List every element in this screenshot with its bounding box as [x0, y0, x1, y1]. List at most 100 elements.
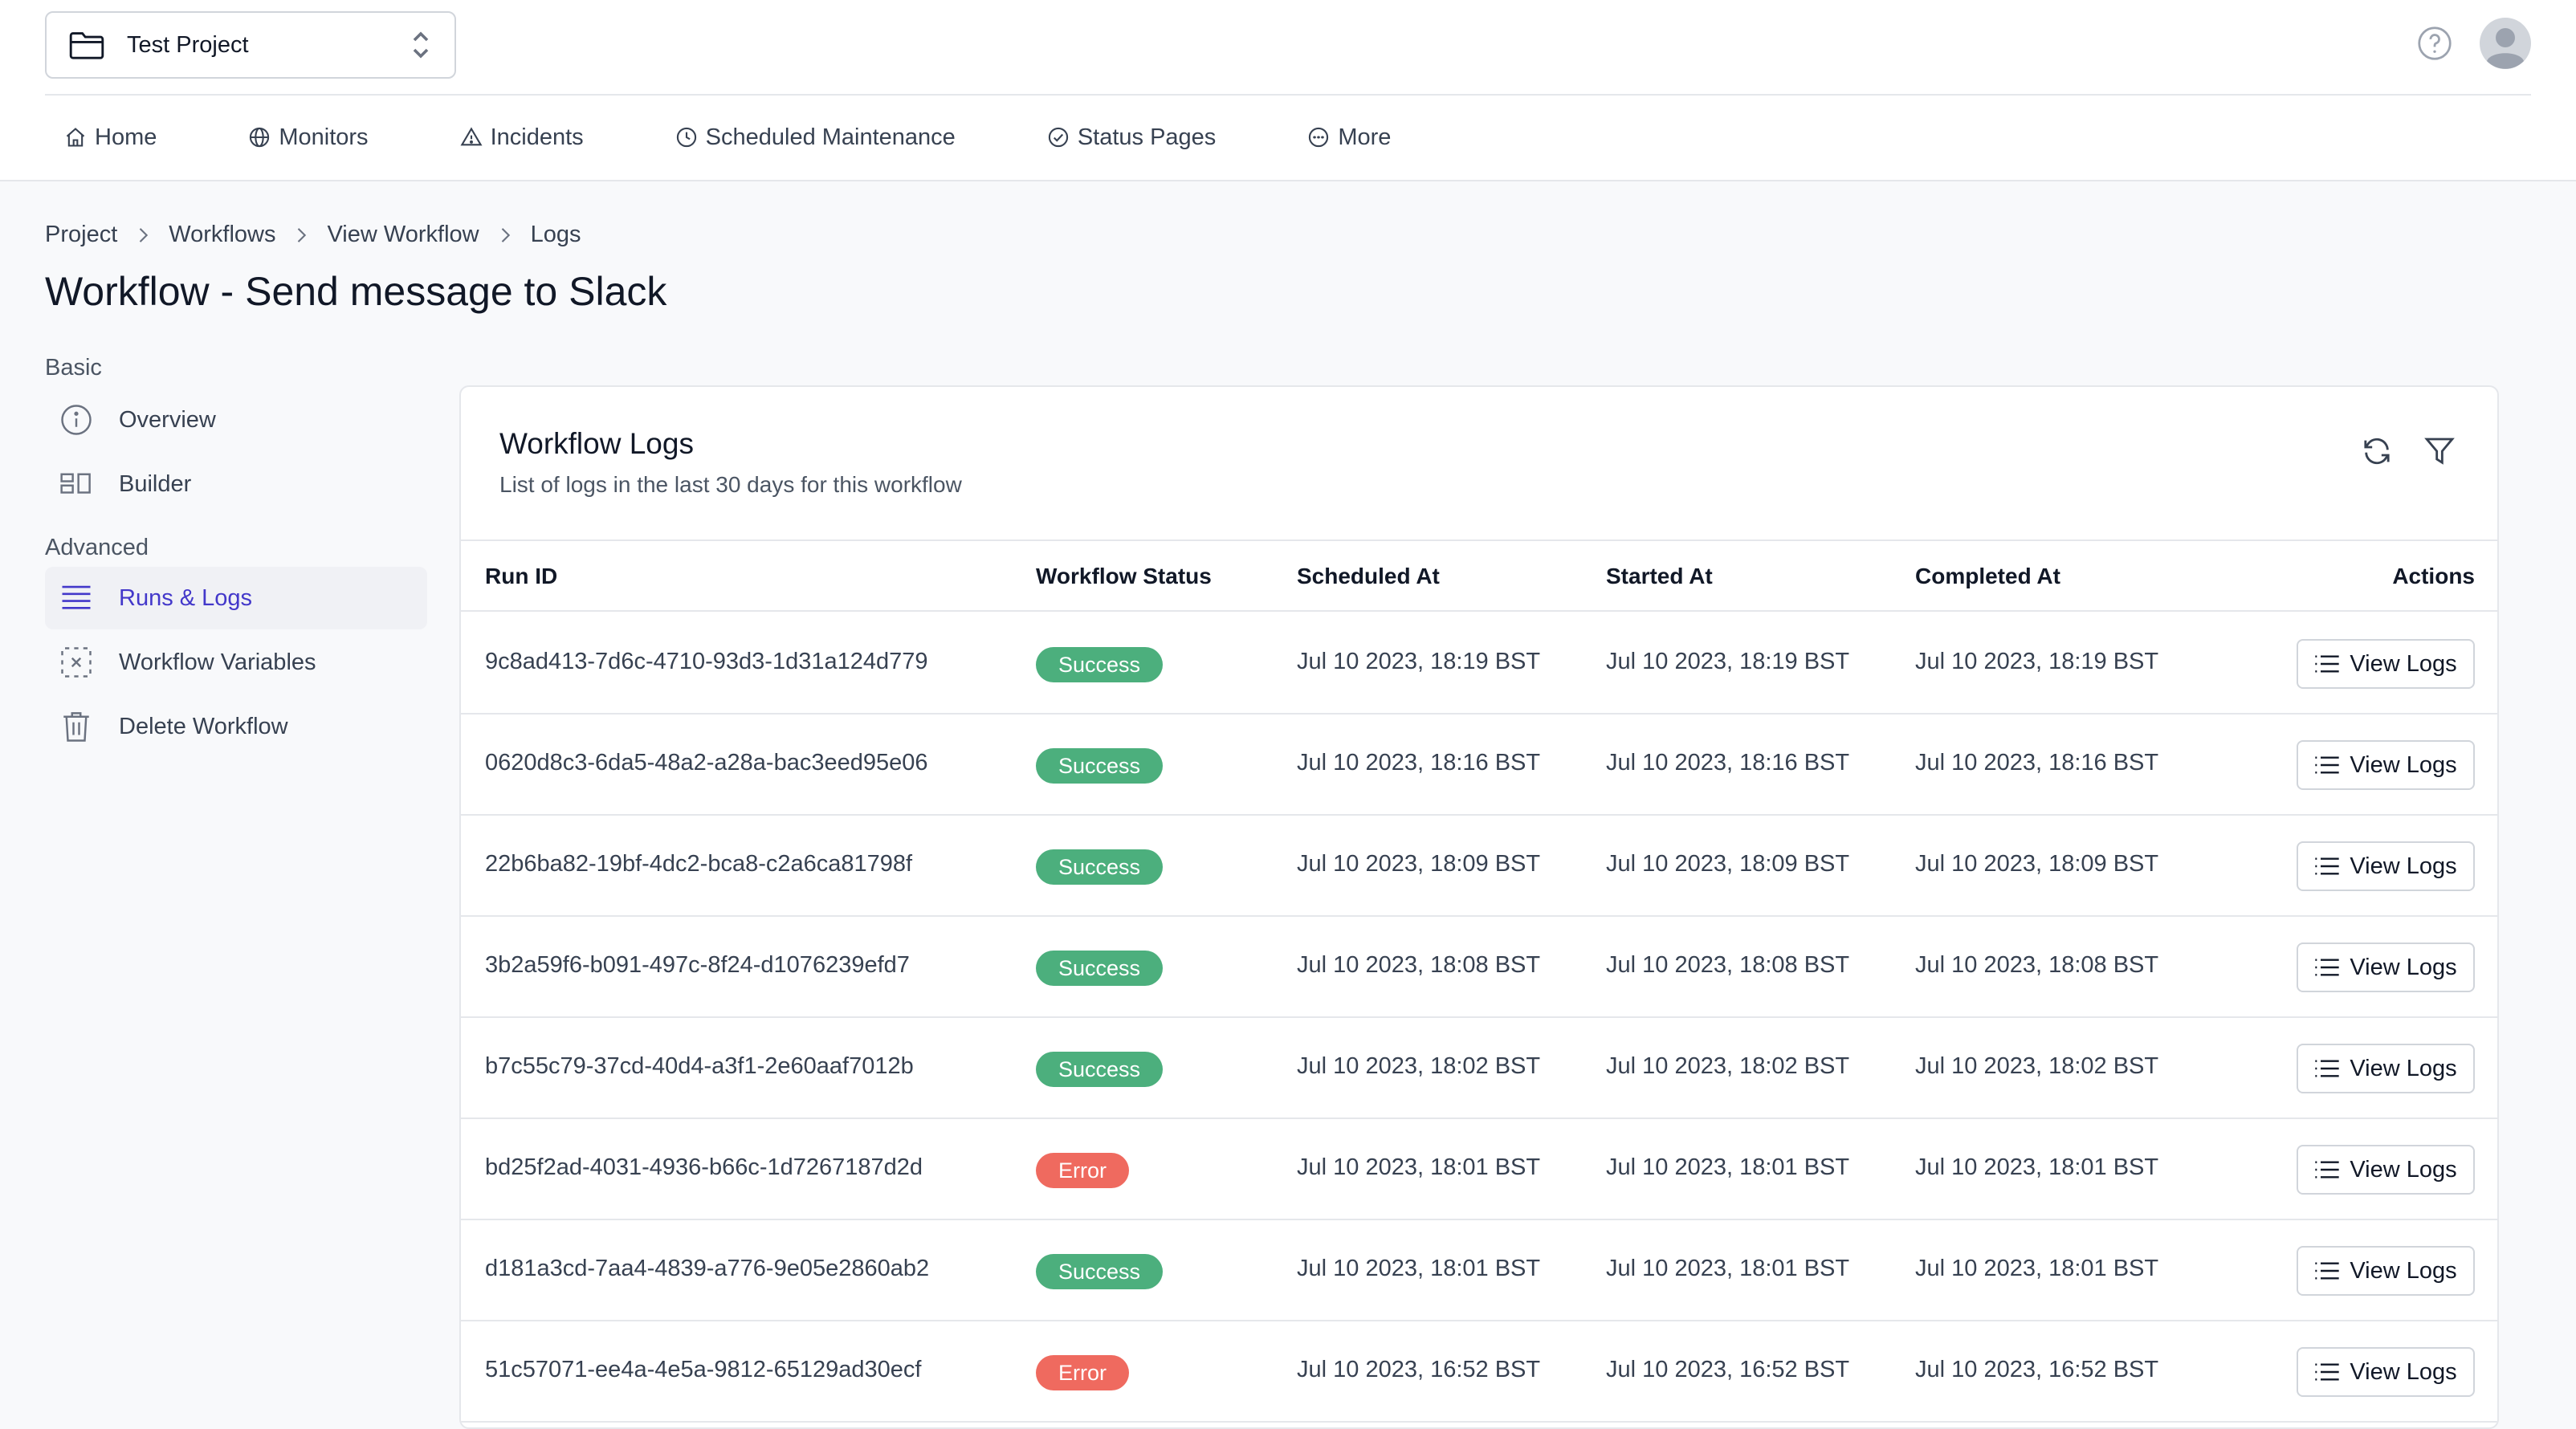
status-badge: Success [1036, 849, 1164, 885]
run-id-cell: 22b6ba82-19bf-4dc2-bca8-c2a6ca81798f [485, 851, 913, 877]
started-at-cell: Jul 10 2023, 16:52 BST [1606, 1357, 1850, 1382]
started-at-cell: Jul 10 2023, 18:16 BST [1606, 750, 1850, 776]
home-icon [66, 128, 85, 147]
refresh-icon[interactable] [2361, 435, 2393, 467]
col-started-at[interactable]: Started At [1606, 564, 1713, 589]
view-logs-button[interactable]: View Logs [2297, 740, 2475, 790]
chevron-up-down-icon [413, 31, 429, 59]
top-bar: Test Project Home Monitors Incidents Sch… [0, 0, 2576, 181]
table-row: 51c57071-ee4a-4e5a-9812-65129ad30ecf Erro… [461, 1321, 2497, 1423]
view-logs-button[interactable]: View Logs [2297, 942, 2475, 992]
sidebar-item-runs-logs[interactable]: Runs & Logs [45, 567, 427, 629]
sidebar-item-workflow-variables[interactable]: Workflow Variables [45, 631, 427, 694]
main-nav: Home Monitors Incidents Scheduled Mainte… [45, 112, 1410, 162]
check-circle-icon [1048, 127, 1068, 148]
header-divider [45, 94, 2531, 96]
view-logs-label: View Logs [2350, 650, 2457, 677]
status-badge: Success [1036, 951, 1164, 986]
table-row: bd25f2ad-4031-4936-b66c-1d7267187d2d Erro… [461, 1119, 2497, 1220]
project-selector[interactable]: Test Project [45, 11, 456, 79]
sidebar-item-label: Delete Workflow [119, 713, 288, 739]
scheduled-at-cell: Jul 10 2023, 18:01 BST [1297, 1154, 1541, 1180]
nav-status-pages[interactable]: Status Pages [1028, 112, 1236, 162]
breadcrumb-project[interactable]: Project [45, 222, 117, 248]
completed-at-cell: Jul 10 2023, 18:16 BST [1915, 750, 2159, 776]
nav-scheduled-maintenance[interactable]: Scheduled Maintenance [656, 112, 975, 162]
sidebar-item-builder[interactable]: Builder [45, 453, 427, 515]
view-logs-label: View Logs [2350, 1257, 2457, 1284]
variable-icon [61, 647, 92, 678]
run-id-cell: 9c8ad413-7d6c-4710-93d3-1d31a124d779 [485, 649, 928, 674]
avatar-icon[interactable] [2480, 18, 2531, 69]
col-run-id[interactable]: Run ID [485, 564, 557, 589]
view-logs-label: View Logs [2350, 853, 2457, 879]
status-badge: Success [1036, 748, 1164, 784]
status-badge: Error [1036, 1153, 1129, 1188]
chevron-right-icon [298, 227, 307, 242]
sidebar-section-basic: Basic [45, 355, 102, 381]
list-icon [2315, 1262, 2340, 1280]
nav-monitors-label: Monitors [279, 124, 369, 150]
sidebar-section-advanced: Advanced [45, 535, 149, 560]
table-row: 0620d8c3-6da5-48a2-a28a-bac3eed95e06 Succ… [461, 714, 2497, 816]
sidebar-item-label: Builder [119, 470, 192, 497]
nav-more[interactable]: More [1288, 112, 1410, 162]
completed-at-cell: Jul 10 2023, 18:01 BST [1915, 1154, 2159, 1180]
col-completed-at[interactable]: Completed At [1915, 564, 2060, 589]
breadcrumb-logs[interactable]: Logs [531, 222, 581, 248]
col-workflow-status[interactable]: Workflow Status [1036, 564, 1212, 589]
run-id-cell: bd25f2ad-4031-4936-b66c-1d7267187d2d [485, 1154, 923, 1180]
nav-monitors[interactable]: Monitors [229, 112, 387, 162]
view-logs-label: View Logs [2350, 1358, 2457, 1385]
breadcrumb: Project Workflows View Workflow Logs [45, 222, 581, 248]
view-logs-button[interactable]: View Logs [2297, 1347, 2475, 1397]
table-row: 3b2a59f6-b091-497c-8f24-d1076239efd7 Succ… [461, 917, 2497, 1018]
scheduled-at-cell: Jul 10 2023, 18:19 BST [1297, 649, 1541, 674]
view-logs-button[interactable]: View Logs [2297, 841, 2475, 891]
breadcrumb-view-workflow[interactable]: View Workflow [327, 222, 479, 248]
completed-at-cell: Jul 10 2023, 18:08 BST [1915, 952, 2159, 978]
run-id-cell: d181a3cd-7aa4-4839-a776-9e05e2860ab2 [485, 1256, 930, 1281]
sidebar-item-overview[interactable]: Overview [45, 389, 427, 451]
view-logs-label: View Logs [2350, 1055, 2457, 1081]
folder-icon [69, 32, 104, 59]
sidebar-item-label: Workflow Variables [119, 649, 316, 675]
view-logs-button[interactable]: View Logs [2297, 1044, 2475, 1093]
nav-more-label: More [1338, 124, 1392, 150]
view-logs-label: View Logs [2350, 751, 2457, 778]
completed-at-cell: Jul 10 2023, 18:19 BST [1915, 649, 2159, 674]
trash-icon [63, 712, 89, 742]
nav-incidents[interactable]: Incidents [441, 112, 603, 162]
list-icon [2315, 655, 2340, 673]
filter-icon[interactable] [2423, 435, 2456, 467]
table-row: b7c55c79-37cd-40d4-a3f1-2e60aaf7012b Succ… [461, 1018, 2497, 1119]
help-icon[interactable] [2417, 26, 2452, 61]
clock-icon [676, 127, 696, 148]
nav-scheduled-maintenance-label: Scheduled Maintenance [705, 124, 956, 150]
scheduled-at-cell: Jul 10 2023, 18:09 BST [1297, 851, 1541, 877]
started-at-cell: Jul 10 2023, 18:08 BST [1606, 952, 1850, 978]
page-title: Workflow - Send message to Slack [45, 269, 667, 314]
col-scheduled-at[interactable]: Scheduled At [1297, 564, 1440, 589]
sidebar-item-delete-workflow[interactable]: Delete Workflow [45, 695, 427, 758]
view-logs-label: View Logs [2350, 954, 2457, 980]
started-at-cell: Jul 10 2023, 18:19 BST [1606, 649, 1850, 674]
card-title: Workflow Logs [499, 427, 694, 460]
scheduled-at-cell: Jul 10 2023, 18:01 BST [1297, 1256, 1541, 1281]
run-id-cell: 0620d8c3-6da5-48a2-a28a-bac3eed95e06 [485, 750, 928, 776]
breadcrumb-workflows[interactable]: Workflows [169, 222, 275, 248]
view-logs-button[interactable]: View Logs [2297, 1246, 2475, 1296]
chevron-right-icon [501, 227, 510, 242]
info-icon [61, 405, 92, 435]
chevron-right-icon [140, 227, 149, 242]
nav-incidents-label: Incidents [490, 124, 584, 150]
table-header: Run ID Workflow Status Scheduled At Star… [461, 539, 2497, 612]
view-logs-button[interactable]: View Logs [2297, 1145, 2475, 1195]
view-logs-button[interactable]: View Logs [2297, 639, 2475, 689]
nav-home[interactable]: Home [45, 112, 176, 162]
more-circle-icon [1309, 127, 1329, 148]
scheduled-at-cell: Jul 10 2023, 18:08 BST [1297, 952, 1541, 978]
completed-at-cell: Jul 10 2023, 16:52 BST [1915, 1357, 2159, 1382]
completed-at-cell: Jul 10 2023, 18:01 BST [1915, 1256, 2159, 1281]
run-id-cell: b7c55c79-37cd-40d4-a3f1-2e60aaf7012b [485, 1053, 914, 1079]
